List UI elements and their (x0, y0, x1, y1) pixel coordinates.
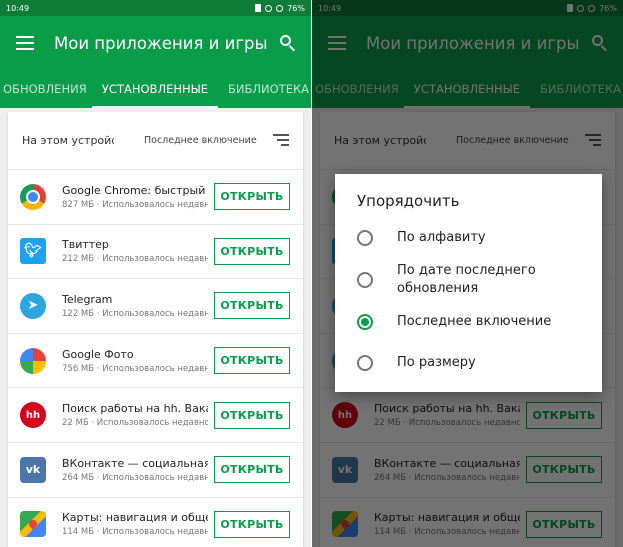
open-button-maps[interactable]: ОТКРЫТЬ (214, 510, 290, 538)
app-row-twitter[interactable]: 🐦︎ Твиттер 212 МБ · Использовалось недавн… (8, 223, 303, 279)
app-row-maps[interactable]: Карты: навигация и общественный транспор… (8, 496, 303, 547)
open-button-vk[interactable]: ОТКРЫТЬ (214, 456, 290, 484)
sort-option-size[interactable]: По размеру (335, 338, 602, 388)
installed-content: На этом устройстве Последнее включение G… (0, 108, 311, 547)
open-button-telegram[interactable]: ОТКРЫТЬ (214, 292, 290, 320)
app-meta: 827 МБ · Использовалось недавно (62, 199, 208, 210)
tab-updates[interactable]: ОБНОВЛЕНИЯ (0, 70, 92, 108)
google-photos-icon (20, 347, 46, 374)
sort-option-last-updated[interactable]: По дате последнего обновления (335, 254, 602, 306)
radio-checked-icon[interactable] (357, 314, 373, 330)
sort-mode-label[interactable]: Последнее включение (144, 135, 257, 146)
app-name: Telegram (62, 292, 113, 306)
app-meta: 122 МБ · Использовалось недавно (62, 308, 208, 319)
app-list: Google Chrome: быстрый браузер 827 МБ · И… (8, 169, 303, 547)
sort-dialog: Упорядочить По алфавиту По дате последне… (335, 174, 602, 392)
wifi-icon (265, 4, 273, 12)
sort-option-last-used[interactable]: Последнее включение (335, 306, 602, 338)
status-bar-scrim (312, 0, 623, 16)
sort-bar: На этом устройстве Последнее включение (8, 112, 303, 168)
open-button-twitter[interactable]: ОТКРЫТЬ (214, 237, 290, 265)
hh-icon: hh (20, 402, 46, 429)
app-toolbar: Мои приложения и игры (0, 16, 311, 70)
app-meta: 212 МБ · Использовалось недавно (62, 254, 208, 265)
sim-icon (255, 4, 262, 12)
app-meta: 22 МБ · Использовалось недавно (62, 418, 208, 429)
sort-option-label: По алфавиту (397, 230, 486, 245)
device-filter-label[interactable]: На этом устройстве (22, 134, 114, 147)
tab-installed[interactable]: УСТАНОВЛЕННЫЕ (92, 70, 218, 108)
app-meta: 114 МБ · Использовалось недавно (62, 527, 208, 538)
chrome-icon (20, 183, 46, 210)
app-name: Твиттер (62, 238, 109, 252)
app-meta: 756 МБ · Использовалось недавно (62, 363, 208, 374)
tab-library[interactable]: БИБЛИОТЕКА (218, 70, 311, 108)
status-bar: 10:49 76% (0, 0, 311, 16)
app-name: Поиск работы на hh. Вакансии (62, 402, 208, 416)
maps-icon (20, 511, 46, 538)
dialog-title: Упорядочить (357, 192, 460, 210)
app-name: Карты: навигация и общественный транспор… (62, 511, 208, 525)
status-time: 10:49 (6, 3, 30, 13)
open-button-hh[interactable]: ОТКРЫТЬ (214, 401, 290, 429)
sort-option-label: По дате последнего обновления (397, 263, 536, 296)
open-button-google-photos[interactable]: ОТКРЫТЬ (214, 347, 290, 375)
app-row-google-photos[interactable]: Google Фото 756 МБ · Использовалось недав… (8, 332, 303, 388)
tab-bar: ОБНОВЛЕНИЯ УСТАНОВЛЕННЫЕ БИБЛИОТЕКА (0, 70, 311, 108)
app-name: Google Chrome: быстрый браузер (62, 183, 208, 197)
phone-screen-sort-dialog: 10:49 76% Мои приложения и игры ОБНОВЛЕН… (312, 0, 623, 547)
sort-option-label: Последнее включение (397, 314, 552, 329)
twitter-icon: 🐦︎ (20, 238, 46, 265)
sort-icon[interactable] (273, 134, 289, 146)
app-row-vk[interactable]: vk ВКонтакте — социальная сеть 264 МБ · И… (8, 441, 303, 497)
search-icon[interactable] (279, 34, 297, 52)
phone-screen-installed: 10:49 76% Мои приложения и игры ОБНОВЛЕН… (0, 0, 311, 547)
radio-unchecked-icon[interactable] (357, 355, 373, 371)
app-name: ВКонтакте — социальная сеть (62, 456, 208, 470)
page-title: Мои приложения и игры (54, 33, 268, 53)
app-row-telegram[interactable]: ➤ Telegram 122 МБ · Использовалось недавн… (8, 278, 303, 333)
sort-option-alphabetical[interactable]: По алфавиту (335, 222, 602, 254)
hamburger-menu-icon[interactable] (16, 36, 34, 50)
vk-icon: vk (20, 456, 46, 483)
app-row-hh[interactable]: hh Поиск работы на hh. Вакансии 22 МБ · И… (8, 387, 303, 442)
app-meta: 264 МБ · Использовалось недавно (62, 472, 208, 483)
radio-unchecked-icon[interactable] (357, 230, 373, 246)
open-button-chrome[interactable]: ОТКРЫТЬ (214, 183, 290, 211)
battery-percent: 76% (287, 3, 305, 13)
battery-ring-icon (276, 4, 284, 12)
sort-option-label: По размеру (397, 355, 476, 370)
radio-unchecked-icon[interactable] (357, 272, 373, 288)
app-row-chrome[interactable]: Google Chrome: быстрый браузер 827 МБ · И… (8, 169, 303, 224)
telegram-icon: ➤ (20, 292, 46, 319)
app-name: Google Фото (62, 347, 134, 361)
